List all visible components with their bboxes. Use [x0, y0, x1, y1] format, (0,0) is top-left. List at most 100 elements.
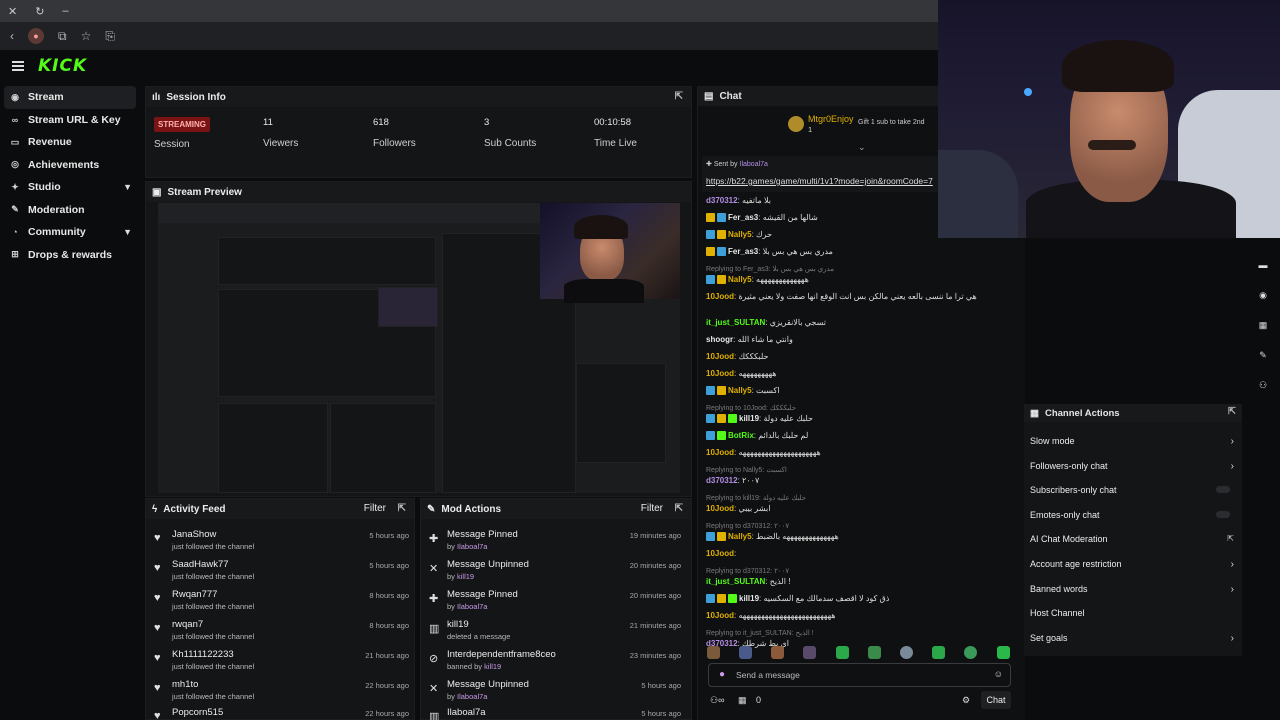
chat-message[interactable]: Nally5: اكسبت	[706, 386, 779, 396]
chat-username[interactable]: kill19	[739, 594, 759, 603]
channel-action-ai-chat-moderation[interactable]: AI Chat Moderation ⇱	[1030, 534, 1234, 544]
gift-icon[interactable]: ▦	[738, 695, 747, 706]
chat-username[interactable]: shoogr	[706, 335, 733, 344]
chevron-down-icon[interactable]: ▼	[123, 182, 132, 192]
share-icon[interactable]: ⎘	[105, 29, 115, 44]
stream-preview-video[interactable]	[158, 203, 680, 493]
minimize-icon[interactable]: –	[62, 5, 68, 17]
follower-name[interactable]: Rwqan777	[172, 589, 217, 600]
chat-reply-context[interactable]: Replying to d370312: ٢٠٠٧	[706, 566, 789, 575]
emote-icon[interactable]	[739, 646, 752, 659]
sidebar-item-community[interactable]: ◔ Community ▼	[0, 221, 140, 244]
chat-message[interactable]: 10Jood: هههههههههههههههههههههه	[706, 448, 821, 457]
chat-message[interactable]: 10Jood:	[706, 549, 736, 558]
chat-message[interactable]: Nally5: هههههههههههههه	[706, 275, 809, 285]
chat-username[interactable]: 10Jood	[706, 448, 734, 457]
chat-message[interactable]: d370312: ٢٠٠٧	[706, 476, 759, 485]
follower-name[interactable]: SaadHawk77	[172, 559, 229, 570]
chat-message[interactable]: Nally5: حرك	[706, 230, 772, 240]
moderator-name[interactable]: kill19	[457, 572, 474, 581]
chat-message[interactable]: 10Jood: حلبكككك	[706, 352, 768, 361]
bookmark-star-icon[interactable]: ☆	[81, 29, 92, 43]
settings-gear-icon[interactable]: ⚙	[962, 695, 970, 706]
chat-username[interactable]: Fer_as3	[728, 213, 758, 222]
chat-message[interactable]: kill19: حلبك عليه دولة	[706, 414, 813, 424]
chevron-down-icon[interactable]: ▼	[123, 227, 132, 237]
mod-action-name[interactable]: Interdependentframe8ceo	[447, 649, 556, 660]
chat-username[interactable]: 10Jood	[706, 504, 734, 513]
chat-icon[interactable]: ▬	[1256, 260, 1270, 274]
broadcast-icon[interactable]: ◉	[1256, 290, 1270, 304]
chat-username[interactable]: 10Jood	[706, 292, 734, 301]
sidebar-item-stream-url-key[interactable]: ∞ Stream URL & Key	[0, 109, 140, 132]
chat-username[interactable]: kill19	[739, 414, 759, 423]
mic-icon[interactable]: ●	[719, 669, 725, 680]
filter-button[interactable]: Filter	[364, 503, 386, 514]
layout-icon[interactable]: ▦	[1256, 320, 1270, 334]
chat-username[interactable]: Nally5	[728, 386, 752, 395]
sidebar-item-achievements[interactable]: ◎ Achievements	[0, 154, 140, 177]
chat-message[interactable]: it_just_SULTAN: تسجي بالانقريزي	[706, 318, 826, 327]
follower-name[interactable]: Kh1111122233	[172, 649, 234, 660]
tools-icon[interactable]: ✎	[1256, 350, 1270, 364]
mod-action-name[interactable]: kill19	[447, 619, 469, 630]
moderator-name[interactable]: Ilaboal7a	[457, 602, 487, 611]
follower-name[interactable]: rwqan7	[172, 619, 203, 630]
emote-icon[interactable]	[932, 646, 945, 659]
chat-reply-context[interactable]: Replying to d370312: ٢٠٠٧	[706, 521, 789, 530]
site-favicon-icon[interactable]: ●	[28, 28, 44, 44]
chat-message[interactable]: kill19: ذق كود لا اقصف سدمالك مع السكسيه	[706, 594, 889, 604]
chat-username[interactable]: BotRix	[728, 431, 754, 440]
emote-icon[interactable]	[900, 646, 913, 659]
gift-text[interactable]: Gift 1 sub to take 2nd	[858, 119, 925, 126]
emote-icon[interactable]	[836, 646, 849, 659]
emoji-icon[interactable]: ☺	[994, 669, 1003, 679]
chat-message[interactable]: Fer_as3: مدري بس هي بس بلا	[706, 247, 833, 257]
pinned-author[interactable]: Ilaboal7a	[740, 161, 768, 168]
toggle-switch[interactable]	[1216, 510, 1230, 518]
channel-action-account-age-restriction[interactable]: Account age restriction ›	[1030, 559, 1234, 570]
users-icon[interactable]: ⚇	[1256, 380, 1270, 394]
emote-icon[interactable]	[868, 646, 881, 659]
chevron-right-icon[interactable]: ›	[1231, 461, 1234, 472]
follower-name[interactable]: JanaShow	[172, 529, 216, 540]
channel-action-slow-mode[interactable]: Slow mode ›	[1030, 436, 1234, 447]
chat-message[interactable]: Nally5: ههههههههههههههه بالضبط	[706, 532, 839, 542]
pinned-link[interactable]: https://b22.games/game/multi/1v1?mode=jo…	[706, 176, 933, 186]
chat-username[interactable]: it_just_SULTAN	[706, 577, 765, 586]
sidebar-item-studio[interactable]: ✦ Studio ▼	[0, 176, 140, 199]
chat-reply-context[interactable]: Replying to kill19: حلبك عليه دولة	[706, 493, 806, 502]
chat-message[interactable]: it_just_SULTAN: الذيح !	[706, 577, 790, 586]
sidebar-item-moderation[interactable]: ✎ Moderation	[0, 199, 140, 222]
sidebar-item-stream[interactable]: ◉ Stream	[4, 86, 136, 109]
sidebar-item-revenue[interactable]: ▭ Revenue	[0, 131, 140, 154]
chat-message[interactable]: d370312: بلا ماتفيه	[706, 196, 771, 205]
filter-button[interactable]: Filter	[641, 503, 663, 514]
chat-message[interactable]: shoogr: وانتي ما شاء الله	[706, 335, 793, 344]
chevron-down-icon[interactable]: ⌄	[858, 142, 866, 153]
chat-username[interactable]: 10Jood	[706, 352, 734, 361]
toggle-switch[interactable]	[1216, 486, 1230, 494]
popout-icon[interactable]: ⇱	[1228, 406, 1236, 417]
emote-icon[interactable]	[771, 646, 784, 659]
chat-users-icon[interactable]: ⚇∞	[710, 695, 724, 706]
moderator-name[interactable]: kill19	[484, 662, 501, 671]
chat-message[interactable]: 10Jood: هههههههههههههههههههههههههه	[706, 611, 835, 620]
chat-username[interactable]: Fer_as3	[728, 247, 758, 256]
channel-action-emotes-only-chat[interactable]: Emotes-only chat	[1030, 510, 1234, 520]
mod-action-name[interactable]: Ilaboal7a	[447, 707, 486, 718]
sidebar-item-drops-rewards[interactable]: ⊞ Drops & rewards	[0, 244, 140, 267]
channel-action-subscribers-only-chat[interactable]: Subscribers-only chat	[1030, 485, 1234, 495]
follower-name[interactable]: mh1to	[172, 679, 198, 690]
channel-action-followers-only-chat[interactable]: Followers-only chat ›	[1030, 461, 1234, 472]
back-arrow-icon[interactable]: ‹	[10, 29, 14, 43]
channel-action-banned-words[interactable]: Banned words ›	[1030, 584, 1234, 595]
chevron-right-icon[interactable]: ›	[1231, 584, 1234, 595]
chat-username[interactable]: Nally5	[728, 532, 752, 541]
popout-icon[interactable]: ⇱	[675, 91, 683, 102]
chat-reply-context[interactable]: Replying to Fer_as3: مدري بس هي بس بلا	[706, 264, 834, 273]
chat-message[interactable]: BotRix: لم حلبك بالدائم	[706, 431, 808, 441]
emote-icon[interactable]	[707, 646, 720, 659]
chat-username[interactable]: 10Jood	[706, 611, 734, 620]
chat-reply-context[interactable]: Replying to 10Jood: حلبكككك	[706, 403, 796, 412]
